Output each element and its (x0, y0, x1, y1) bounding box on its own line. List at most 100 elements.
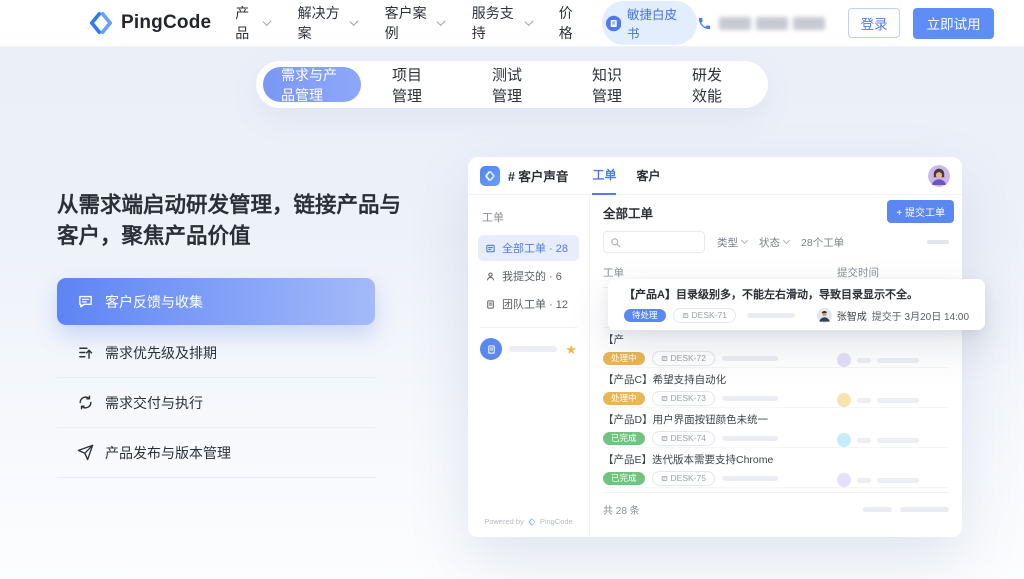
placeholder-bar (747, 313, 795, 318)
sidebar-item-team-tickets[interactable]: 团队工单 · 12 (478, 291, 579, 317)
table-row[interactable]: 【产 处理中 DESK-72 (603, 328, 949, 368)
table-row[interactable]: 【产品E】迭代版本需要支持Chrome 已完成 DESK-75 (603, 448, 949, 488)
menu-item-label: 产品发布与版本管理 (105, 443, 231, 463)
reporter-avatar-dot (837, 353, 851, 367)
hero-heading-line2: 客户，聚焦产品价值 (57, 221, 401, 252)
book-icon (606, 15, 621, 32)
nav-item-customers[interactable]: 客户案例 (385, 3, 445, 43)
nav-item-solutions[interactable]: 解决方案 (298, 3, 358, 43)
login-button[interactable]: 登录 (848, 8, 900, 38)
placeholder-bar (722, 476, 778, 481)
placeholder-bar (927, 240, 949, 244)
filter-type[interactable]: 类型 (717, 235, 747, 250)
placeholder-bar (722, 396, 778, 401)
chevron-down-icon (350, 16, 359, 25)
ticket-id: DESK-75 (671, 474, 706, 483)
nav-item-support[interactable]: 服务支持 (472, 3, 532, 43)
tab-dev-efficiency[interactable]: 研发效能 (661, 61, 761, 108)
pingcode-app-logo-icon (480, 166, 500, 186)
ticket-icon (682, 312, 689, 319)
phone-icon (697, 16, 712, 31)
tab-project-management[interactable]: 项目管理 (361, 61, 461, 108)
chevron-down-icon (263, 16, 272, 25)
placeholder-bar (722, 356, 778, 361)
top-navbar: PingCode 产品 解决方案 客户案例 服务支持 价格 (0, 0, 1024, 47)
placeholder-bar (722, 436, 778, 441)
column-ticket: 工单 (603, 265, 624, 280)
placeholder-bar (900, 507, 949, 512)
app-tab-tickets[interactable]: 工单 (592, 157, 616, 195)
ticket-id-pill: DESK-72 (652, 351, 715, 366)
nav-item-label: 价格 (559, 3, 584, 43)
tab-knowledge-management[interactable]: 知识管理 (561, 61, 661, 108)
ticket-icon (661, 475, 668, 482)
ticket-list-panel: 全部工单 + 提交工单 类型 状态 (590, 195, 962, 536)
app-sidebar: 工单 全部工单 · 28 我提交的 · 6 (468, 195, 590, 536)
menu-item-priority-schedule[interactable]: 需求优先级及排期 (57, 328, 375, 378)
ticket-count: 28个工单 (801, 235, 844, 250)
sidebar-favorite-item[interactable]: ★ (478, 338, 579, 360)
status-badge: 处理中 (603, 352, 645, 366)
pagination-placeholder[interactable] (863, 507, 949, 512)
menu-item-delivery-execution[interactable]: 需求交付与执行 (57, 378, 375, 428)
chevron-down-icon (741, 237, 748, 244)
submit-time: 提交于 3月20日 14:00 (872, 308, 969, 323)
sidebar-item-my-submitted[interactable]: 我提交的 · 6 (478, 263, 579, 289)
pingcode-logo-icon (88, 10, 114, 36)
list-footer: 共 28 条 (603, 492, 949, 517)
placeholder-bar (877, 438, 919, 443)
reporter-avatar (817, 308, 832, 323)
submit-ticket-button[interactable]: + 提交工单 (887, 200, 954, 223)
whitepaper-badge[interactable]: 敏捷白皮书 (602, 1, 697, 45)
nav-item-label: 产品 (235, 3, 259, 43)
filter-status-label: 状态 (759, 235, 780, 250)
ticket-icon (661, 355, 668, 362)
table-row[interactable]: 【产品D】用户界面按钮颜色未统一 已完成 DESK-74 (603, 408, 949, 448)
delivery-cycle-icon (77, 394, 94, 411)
brand-logo[interactable]: PingCode (88, 10, 211, 36)
placeholder-bar (857, 478, 871, 483)
pingcode-landing-page: PingCode 产品 解决方案 客户案例 服务支持 价格 (0, 0, 1024, 579)
chevron-down-icon (437, 16, 446, 25)
star-icon[interactable]: ★ (565, 343, 577, 356)
tab-requirement-management[interactable]: 需求与产品管理 (263, 67, 361, 102)
nav-item-label: 客户案例 (385, 3, 434, 43)
status-badge: 已完成 (603, 432, 645, 446)
app-tab-customers[interactable]: 客户 (636, 157, 660, 195)
column-submit-time: 提交时间 (837, 265, 949, 280)
tab-test-management[interactable]: 测试管理 (461, 61, 561, 108)
ticket-title: 【产品E】迭代版本需要支持Chrome (603, 454, 837, 466)
ticket-title: 【产品C】希望支持自动化 (603, 374, 837, 386)
placeholder-bar (877, 478, 919, 483)
placeholder-bar (877, 358, 919, 363)
search-input[interactable] (603, 231, 705, 253)
try-now-button[interactable]: 立即试用 (913, 8, 994, 39)
menu-item-label: 客户反馈与收集 (105, 292, 203, 312)
table-row[interactable]: 【产品C】希望支持自动化 处理中 DESK-73 (603, 368, 949, 408)
sidebar-divider (480, 327, 577, 328)
phone-number-blurred (719, 17, 825, 30)
hero-heading: 从需求端启动研发管理，链接产品与 客户，聚焦产品价值 (57, 190, 401, 252)
powered-by-brand: PingCode (540, 517, 573, 526)
ticket-icon (661, 395, 668, 402)
ticket-id-pill: DESK-71 (673, 308, 736, 323)
app-mockup-window: # 客户声音 工单 客户 工单 (468, 157, 962, 537)
sidebar-item-label: 团队工单 · 12 (502, 296, 568, 312)
menu-item-customer-feedback[interactable]: 客户反馈与收集 (57, 278, 375, 325)
ticket-id: DESK-74 (671, 434, 706, 443)
workspace-title: # 客户声音 (508, 166, 568, 185)
ticket-detail-callout[interactable]: 【产品A】目录级别多，不能左右滑动，导致目录显示不全。 待处理 DESK-71 … (608, 279, 985, 330)
nav-item-label: 服务支持 (472, 3, 521, 43)
nav-item-pricing[interactable]: 价格 (559, 3, 584, 43)
sidebar-item-all-tickets[interactable]: 全部工单 · 28 (478, 235, 579, 261)
hero-heading-line1: 从需求端启动研发管理，链接产品与 (57, 190, 401, 221)
filter-status[interactable]: 状态 (759, 235, 789, 250)
user-avatar[interactable] (928, 165, 950, 187)
brand-name: PingCode (121, 12, 211, 34)
callout-title: 【产品A】目录级别多，不能左右滑动，导致目录显示不全。 (624, 286, 969, 302)
ticket-title: 【产品D】用户界面按钮颜色未统一 (603, 414, 837, 426)
placeholder-bar (877, 398, 919, 403)
menu-item-release-version[interactable]: 产品发布与版本管理 (57, 428, 375, 478)
sidebar-item-label: 全部工单 · 28 (502, 240, 568, 256)
nav-item-products[interactable]: 产品 (235, 3, 270, 43)
